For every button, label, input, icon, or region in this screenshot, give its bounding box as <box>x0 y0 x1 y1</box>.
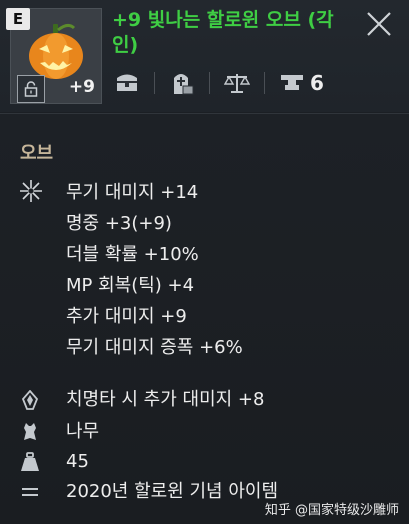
close-icon <box>367 12 391 36</box>
section-title: 오브 <box>20 143 54 164</box>
close-button[interactable] <box>361 6 397 42</box>
stat-line: 더블 확률 +10% <box>66 244 199 265</box>
anvil-icon[interactable] <box>277 69 307 97</box>
watermark: 知乎 @国家特级沙雕师 <box>264 503 399 518</box>
crit-bonus: 치명타 시 추가 대미지 +8 <box>66 389 265 410</box>
lock-icon[interactable] <box>17 75 45 103</box>
grade-badge: E <box>6 8 30 30</box>
weight-icon <box>21 452 39 471</box>
item-details: 오브 무기 대미지 +14 명중 +3(+9) 더블 확률 +10% MP 회복… <box>0 113 409 524</box>
item-name: +9 빛나는 할로윈 오브 (각인) <box>112 9 334 56</box>
stat-line: 명중 +3(+9) <box>66 213 172 234</box>
divider <box>209 72 210 94</box>
tombstone-icon[interactable] <box>167 69 197 97</box>
divider <box>264 72 265 94</box>
memo: 2020년 할로윈 기념 아이템 <box>66 481 279 502</box>
stat-line: 무기 대미지 +14 <box>66 182 199 203</box>
leather-icon <box>24 423 36 440</box>
enhance-level: +9 <box>68 77 95 97</box>
chest-icon[interactable] <box>112 69 142 97</box>
stat-list: 무기 대미지 +14 명중 +3(+9) 더블 확률 +10% MP 회복(틱)… <box>66 177 243 363</box>
scale-icon[interactable] <box>222 69 252 97</box>
sparkle-icon <box>20 180 42 202</box>
stat-line: MP 회복(틱) +4 <box>66 275 195 296</box>
stat-line: 추가 대미지 +9 <box>66 306 187 327</box>
divider <box>154 72 155 94</box>
item-header: +9 E +9 빛나는 할로윈 오브 (각인) 6 <box>0 0 409 112</box>
list-icon <box>22 488 38 496</box>
pumpkin-icon <box>29 23 83 79</box>
crystal-icon <box>21 390 39 410</box>
stat-line: 무기 대미지 증폭 +6% <box>66 337 243 358</box>
material: 나무 <box>66 421 100 442</box>
item-attribute-icons: 6 <box>112 68 402 98</box>
weight: 45 <box>66 451 89 472</box>
trade-count: 6 <box>310 71 324 95</box>
